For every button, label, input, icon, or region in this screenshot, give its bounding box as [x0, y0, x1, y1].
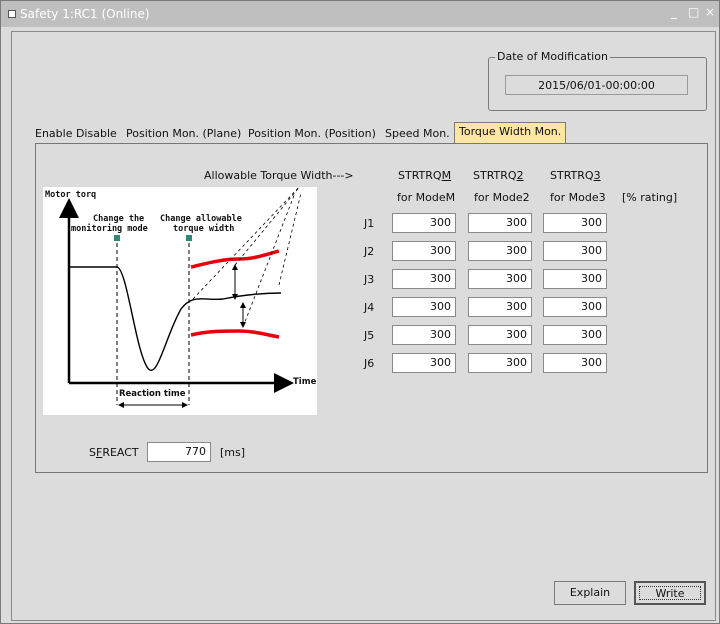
- j5-strtrq3-input[interactable]: 300: [543, 325, 607, 345]
- j4-strtrq2-input[interactable]: 300: [468, 297, 532, 317]
- j5-strtrqm-input[interactable]: 300: [392, 325, 456, 345]
- restore-icon[interactable]: □: [688, 5, 699, 19]
- j2-strtrq3-input[interactable]: 300: [543, 241, 607, 261]
- col-sub-mode3: for Mode3: [550, 191, 606, 204]
- row-label-j2: J2: [364, 245, 375, 258]
- minimize-icon[interactable]: _: [671, 5, 677, 19]
- sfreact-input[interactable]: 770: [147, 442, 211, 462]
- torque-width-diagram: Motor torq Change the monitoring mode Ch…: [43, 187, 317, 415]
- row-label-j3: J3: [364, 273, 375, 286]
- sfreact-label: SFREACT: [89, 446, 139, 459]
- col-header-strtrq2: STRTRQ2: [473, 169, 524, 182]
- write-button[interactable]: Write: [634, 581, 706, 605]
- date-of-modification-label: Date of Modification: [495, 50, 610, 63]
- tab-torque-width-mon[interactable]: Torque Width Mon.: [454, 122, 567, 143]
- diagram-annot-mode-line1: Change the: [93, 214, 145, 224]
- window-title: Safety 1:RC1 (Online): [20, 7, 150, 21]
- j1-strtrq2-input[interactable]: 300: [468, 213, 532, 233]
- row-label-j5: J5: [364, 329, 375, 342]
- col-sub-mode2: for Mode2: [474, 191, 530, 204]
- col-header-strtrqm: STRTRQM: [398, 169, 452, 182]
- j4-strtrq3-input[interactable]: 300: [543, 297, 607, 317]
- explain-button[interactable]: Explain: [554, 581, 626, 605]
- row-label-j6: J6: [364, 357, 375, 370]
- j3-strtrqm-input[interactable]: 300: [392, 269, 456, 289]
- tab-speed-mon[interactable]: Speed Mon.: [385, 127, 450, 140]
- col-header-strtrq3: STRTRQ3: [550, 169, 601, 182]
- date-of-modification-group: Date of Modification 2015/06/01-00:00:00: [488, 50, 707, 111]
- title-bar[interactable]: Safety 1:RC1 (Online) _ □ ×: [1, 1, 719, 27]
- diagram-reaction-time-label: Reaction time: [119, 389, 186, 399]
- tab-position-mon-plane[interactable]: Position Mon. (Plane): [126, 127, 241, 140]
- diagram-annot-width-line1: Change allowable: [160, 214, 242, 224]
- safety-window: Safety 1:RC1 (Online) _ □ × Date of Modi…: [0, 0, 720, 624]
- j3-strtrq3-input[interactable]: 300: [543, 269, 607, 289]
- j3-strtrq2-input[interactable]: 300: [468, 269, 532, 289]
- j4-strtrqm-input[interactable]: 300: [392, 297, 456, 317]
- tab-enable-disable[interactable]: Enable Disable: [35, 127, 117, 140]
- j6-strtrq2-input[interactable]: 300: [468, 353, 532, 373]
- col-sub-modem: for ModeM: [397, 191, 456, 204]
- j6-strtrq3-input[interactable]: 300: [543, 353, 607, 373]
- row-label-j4: J4: [364, 301, 375, 314]
- j5-strtrq2-input[interactable]: 300: [468, 325, 532, 345]
- row-label-j1: J1: [364, 217, 375, 230]
- diagram-annot-mode-line2: monitoring mode: [71, 224, 148, 234]
- explain-button-label: Explain: [569, 586, 611, 599]
- diagram-y-axis-label: Motor torq: [45, 190, 97, 200]
- close-icon[interactable]: ×: [705, 5, 715, 19]
- date-of-modification-field: 2015/06/01-00:00:00: [505, 75, 688, 95]
- sfreact-unit: [ms]: [220, 446, 246, 459]
- write-button-label: Write: [655, 587, 685, 600]
- j2-strtrq2-input[interactable]: 300: [468, 241, 532, 261]
- j1-strtrqm-input[interactable]: 300: [392, 213, 456, 233]
- unit-rating-label: [% rating]: [622, 191, 678, 204]
- window-icon: [8, 10, 16, 18]
- diagram-x-axis-label: Time: [293, 377, 317, 387]
- allowable-torque-width-label: Allowable Torque Width--->: [204, 169, 354, 182]
- j1-strtrq3-input[interactable]: 300: [543, 213, 607, 233]
- tab-position-mon-position[interactable]: Position Mon. (Position): [248, 127, 376, 140]
- j6-strtrqm-input[interactable]: 300: [392, 353, 456, 373]
- diagram-annot-width-line2: torque width: [173, 224, 235, 234]
- j2-strtrqm-input[interactable]: 300: [392, 241, 456, 261]
